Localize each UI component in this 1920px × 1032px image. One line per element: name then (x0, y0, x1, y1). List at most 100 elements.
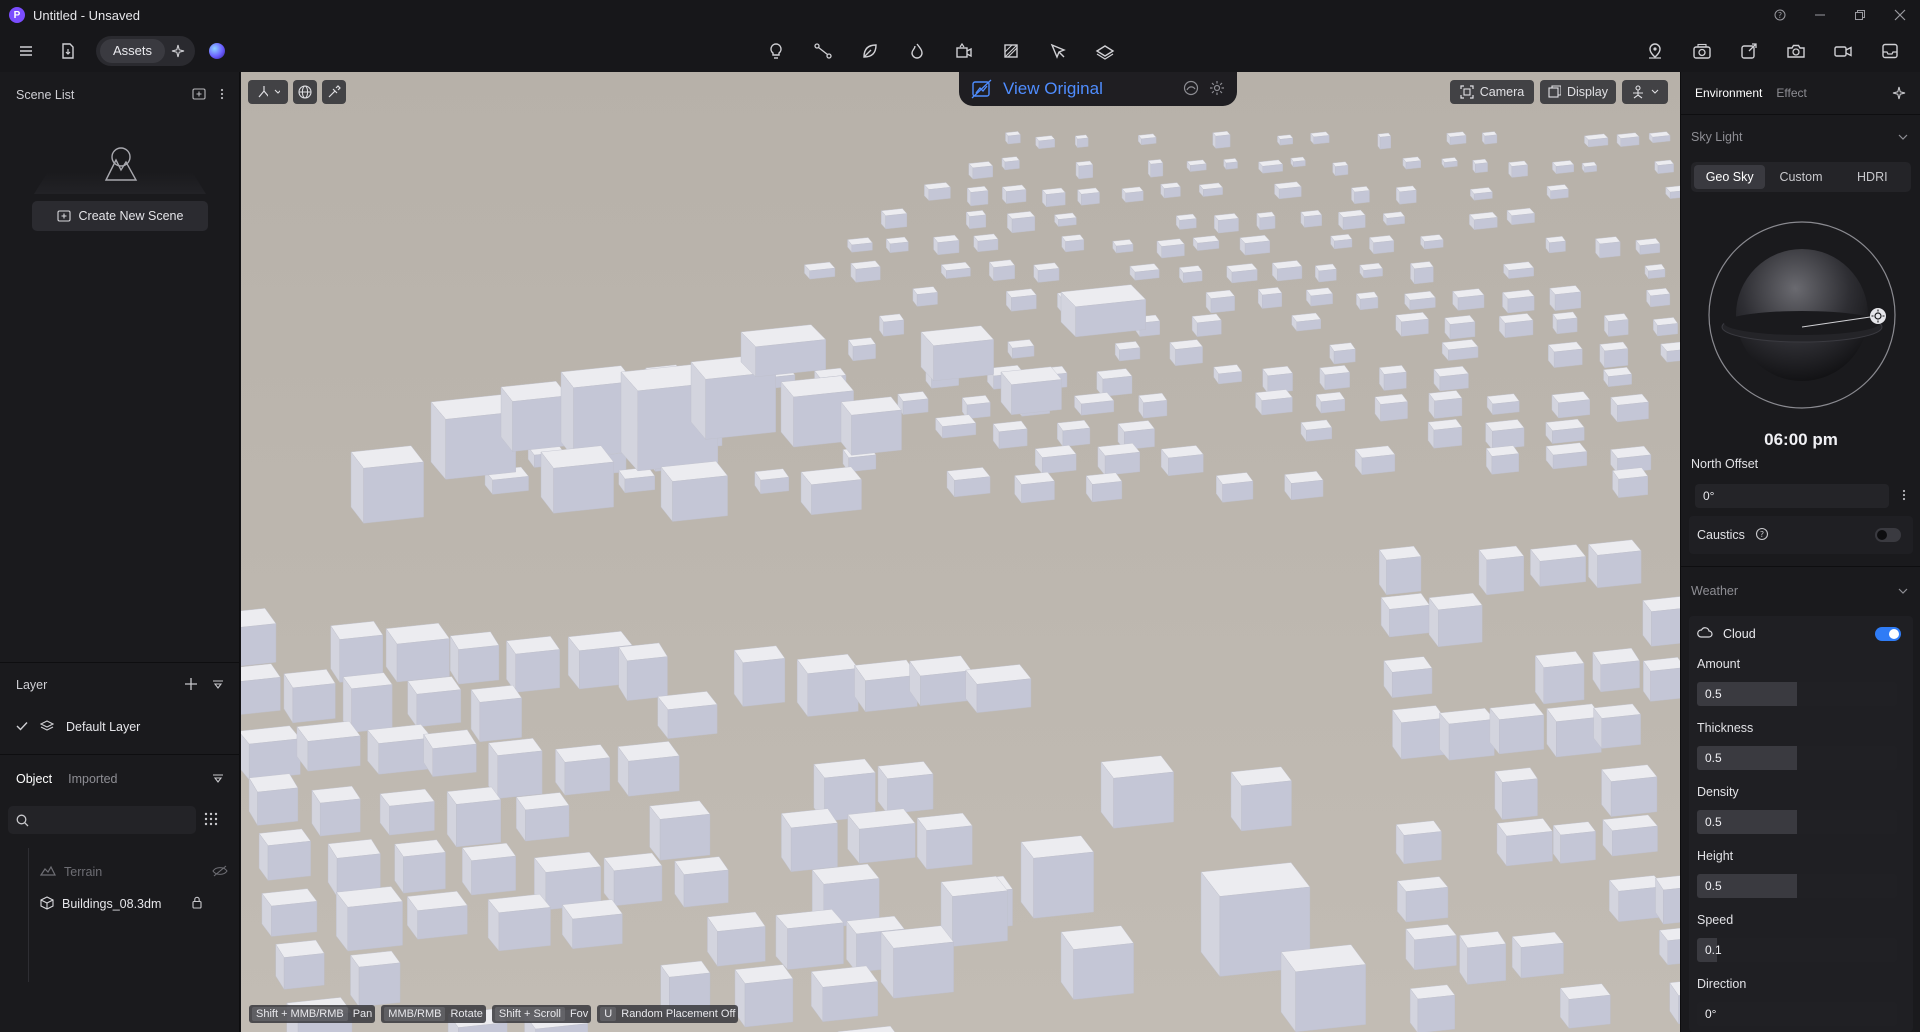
sky-mode-custom[interactable]: Custom (1765, 165, 1836, 189)
weather-param-slider[interactable]: 0° (1697, 1002, 1897, 1026)
render-camera-icon[interactable] (1688, 37, 1716, 65)
settings-gear-icon[interactable] (1209, 80, 1225, 99)
visibility-hidden-icon[interactable] (212, 865, 228, 880)
create-new-scene-label: Create New Scene (78, 209, 184, 223)
search-input[interactable] (35, 813, 185, 827)
navigation-person-icon (1633, 85, 1643, 99)
fire-effect-icon[interactable] (903, 37, 931, 65)
layers-stack-icon (39, 719, 55, 735)
object-label: Terrain (64, 865, 103, 879)
grid-view-icon[interactable] (204, 812, 218, 829)
weather-param-slider[interactable]: 0.5 (1697, 874, 1897, 898)
section-cut-icon[interactable] (997, 37, 1025, 65)
tree-guide-line (28, 848, 29, 982)
camera-button[interactable]: Camera (1450, 80, 1534, 104)
3d-viewport[interactable]: View Original Camera Display Shift + MMB… (241, 72, 1680, 1032)
slider-value: 0.5 (1705, 815, 1722, 829)
inbox-tray-icon[interactable] (1876, 37, 1904, 65)
transform-gizmo-dropdown[interactable] (248, 80, 288, 104)
north-offset-label: North Offset (1691, 457, 1759, 471)
help-circle-icon[interactable]: ? (1755, 527, 1769, 544)
slider-value: 0.5 (1705, 879, 1722, 893)
assets-group: Assets (96, 36, 196, 66)
weather-param-slider[interactable]: 0.5 (1697, 746, 1897, 770)
pointer-tool-icon[interactable] (1044, 37, 1072, 65)
display-button[interactable]: Display (1540, 80, 1616, 104)
weather-param-label: Height (1697, 849, 1734, 863)
sky-mode-tabs: Geo Sky Custom HDRI (1691, 162, 1911, 192)
weather-param-slider[interactable]: 0.5 (1697, 810, 1897, 834)
window-controls: ? (1760, 0, 1920, 30)
ai-assistant-orb-icon[interactable] (209, 43, 226, 59)
cloud-toggle[interactable] (1875, 627, 1901, 641)
object-item-buildings[interactable]: Buildings_08.3dm (40, 890, 240, 918)
lock-icon[interactable] (192, 896, 202, 912)
eyedropper-toggle[interactable] (322, 80, 346, 104)
collapse-chevron-icon[interactable] (1898, 130, 1908, 144)
object-item-terrain[interactable]: Terrain (39, 858, 240, 886)
shortcut-key: U (600, 1007, 617, 1021)
tab-environment[interactable]: Environment (1695, 86, 1762, 100)
sky-mode-geo-sky[interactable]: Geo Sky (1694, 165, 1766, 189)
slider-value: 0.1 (1705, 943, 1722, 957)
caustics-toggle[interactable] (1875, 528, 1901, 542)
close-icon[interactable] (1880, 0, 1920, 30)
sky-light-title: Sky Light (1691, 130, 1743, 144)
object-label: Buildings_08.3dm (62, 897, 162, 911)
weather-param-slider[interactable]: 0.5 (1697, 682, 1897, 706)
sky-mode-hdri[interactable]: HDRI (1837, 165, 1908, 189)
right-panel: Environment Effect Sky Light Geo Sky Cus… (1680, 72, 1920, 1032)
ground-plane-icon[interactable] (1091, 37, 1119, 65)
sync-render-icon[interactable] (1183, 80, 1199, 99)
globe-toggle[interactable] (293, 80, 317, 104)
slider-value: 0.5 (1705, 751, 1722, 765)
navigation-mode-dropdown[interactable] (1622, 80, 1668, 104)
sun-position-dial[interactable] (1707, 220, 1897, 410)
slider-value: 0° (1705, 1007, 1717, 1021)
svg-text:?: ? (1760, 530, 1764, 539)
weather-param-slider[interactable]: 0.1 (1697, 938, 1897, 962)
ai-sparkle-icon[interactable] (165, 39, 191, 63)
more-options-icon[interactable] (1902, 489, 1906, 504)
help-icon[interactable]: ? (1760, 0, 1800, 30)
view-original-button[interactable]: View Original (1003, 79, 1103, 99)
path-tool-icon[interactable] (809, 37, 837, 65)
toggle-knob (1877, 530, 1887, 540)
collapse-chevron-icon[interactable] (1898, 584, 1908, 598)
more-options-icon[interactable] (220, 88, 224, 103)
sun-handle-icon[interactable] (1870, 308, 1886, 324)
create-new-scene-button[interactable]: Create New Scene (32, 201, 208, 231)
leaf-vegetation-icon[interactable] (856, 37, 884, 65)
sun-time-label: 06:00 pm (1764, 430, 1838, 449)
terrain-icon (39, 865, 56, 880)
add-scene-icon[interactable] (192, 87, 206, 103)
assets-button[interactable]: Assets (100, 39, 166, 63)
layer-item-default[interactable]: Default Layer (0, 712, 240, 742)
export-image-icon[interactable] (1735, 37, 1763, 65)
city-scene[interactable] (241, 72, 1680, 1032)
screenshot-camera-icon[interactable] (1782, 37, 1810, 65)
object-filter-icon[interactable] (212, 772, 224, 786)
display-layers-icon (1548, 85, 1561, 98)
add-layer-icon[interactable] (184, 677, 198, 694)
compare-view-icon[interactable] (971, 79, 993, 99)
tab-object[interactable]: Object (16, 772, 52, 786)
search-box[interactable] (8, 806, 196, 834)
animated-camera-icon[interactable] (950, 37, 978, 65)
ai-magic-icon[interactable] (1892, 86, 1906, 103)
light-bulb-icon[interactable] (762, 37, 790, 65)
shortcut-action: Pan (352, 1008, 373, 1020)
minimize-icon[interactable] (1800, 0, 1840, 30)
north-offset-input[interactable]: 0° (1695, 484, 1889, 508)
tab-effect[interactable]: Effect (1776, 86, 1806, 100)
video-record-icon[interactable] (1829, 37, 1857, 65)
location-pin-icon[interactable] (1641, 37, 1669, 65)
tab-imported[interactable]: Imported (68, 772, 117, 786)
file-sync-icon[interactable] (54, 37, 82, 65)
checkmark-icon[interactable] (16, 720, 28, 734)
hamburger-menu-icon[interactable] (12, 37, 40, 65)
shortcut-chip: Shift + MMB/RMB Pan (249, 1005, 376, 1023)
restore-icon[interactable] (1840, 0, 1880, 30)
layer-filter-icon[interactable] (212, 678, 224, 692)
divider (0, 662, 240, 663)
